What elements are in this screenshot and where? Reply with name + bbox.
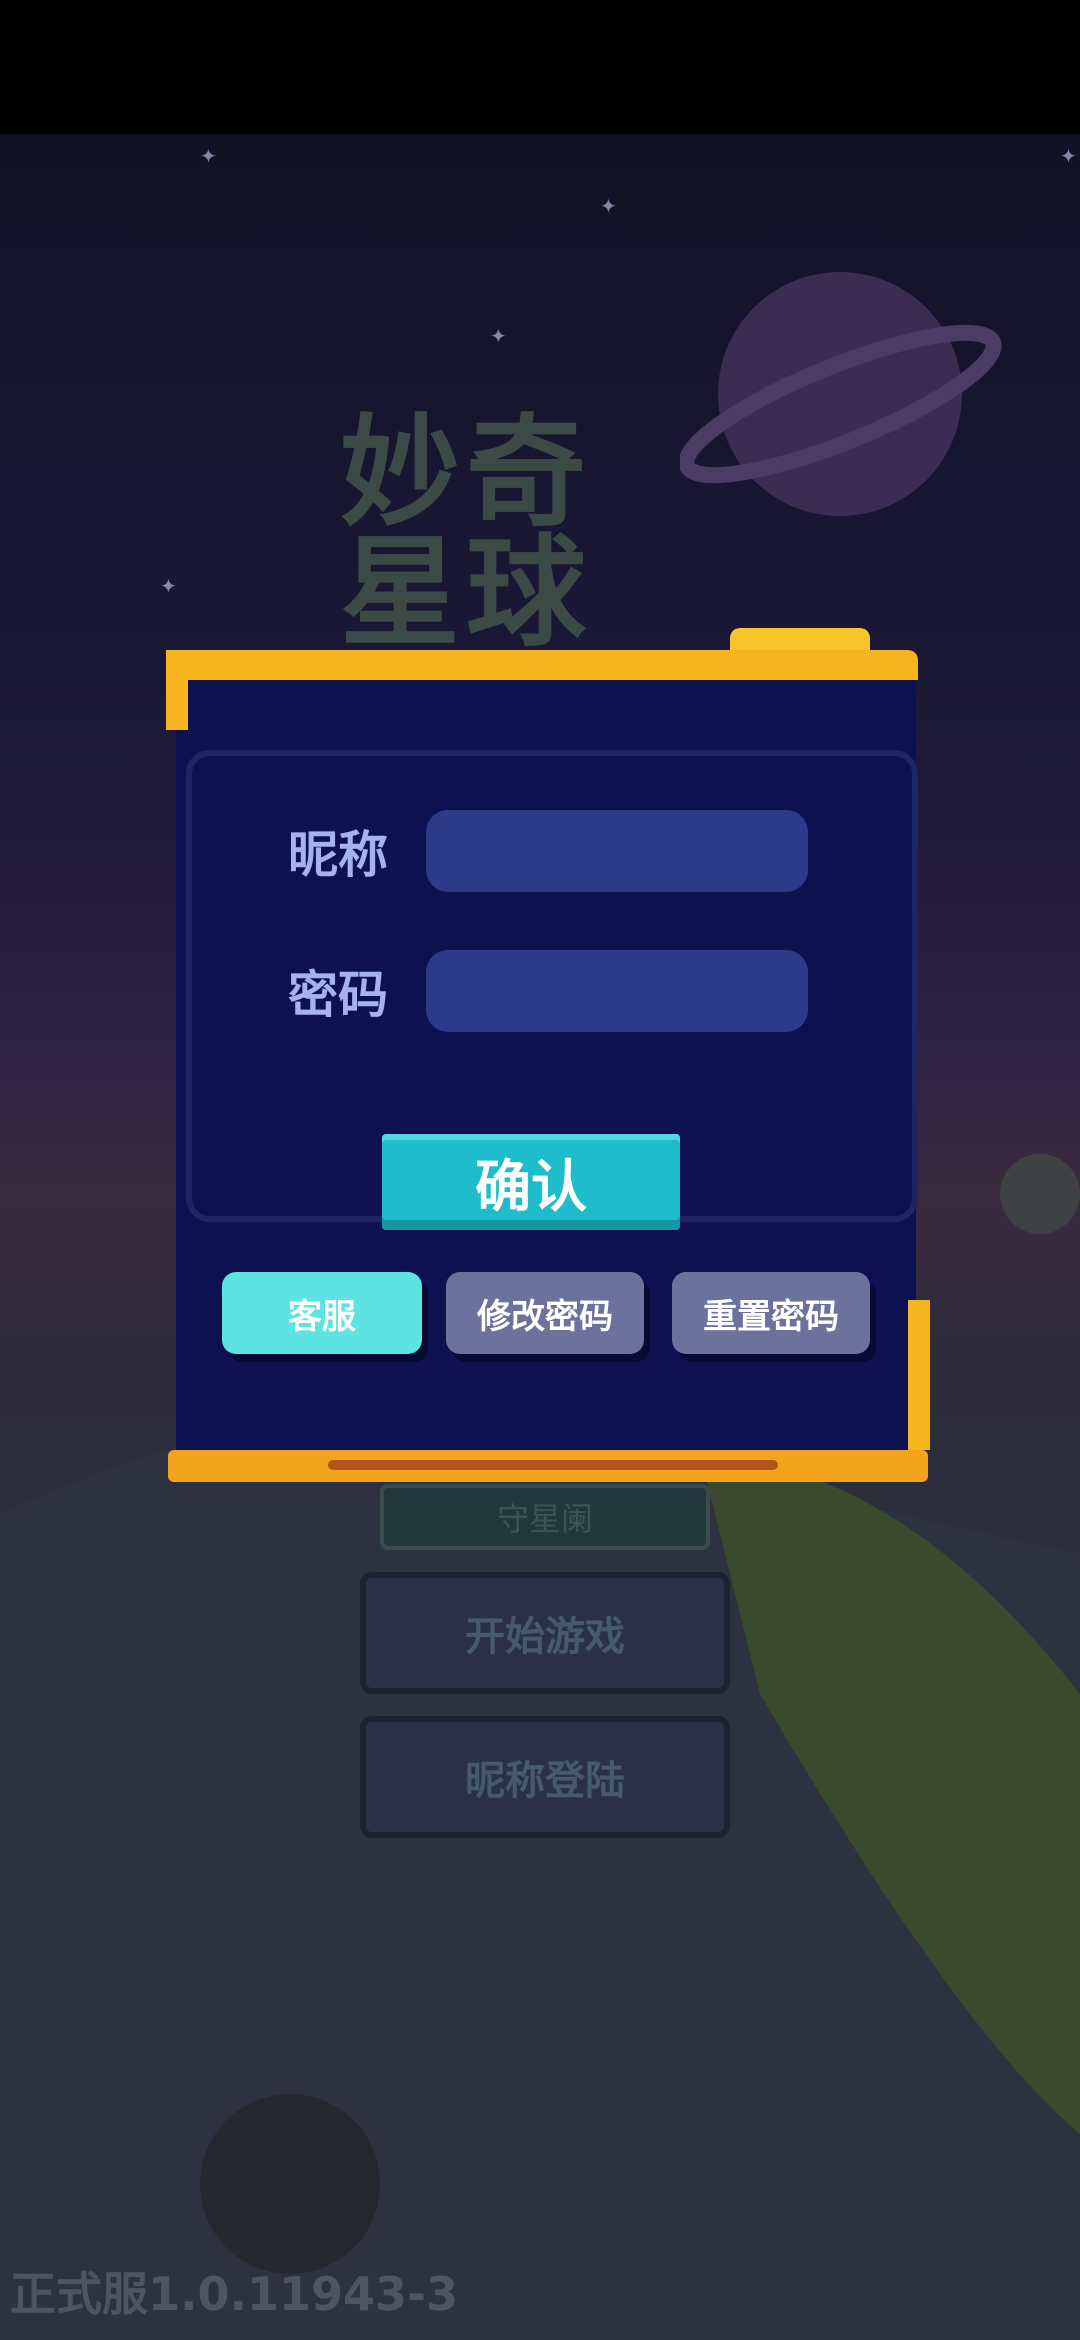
game-title: 妙奇星球 — [340, 404, 592, 663]
start-game-button[interactable]: 开始游戏 — [360, 1572, 730, 1694]
confirm-button[interactable]: 确认 — [382, 1134, 680, 1230]
frame-left — [166, 650, 188, 730]
dialog-panel: 昵称 密码 确认 客服 修改密码 重置密码 — [176, 670, 918, 1460]
star-icon: ✦ — [490, 324, 507, 348]
reset-password-button[interactable]: 重置密码 — [672, 1272, 870, 1354]
background-menu: 守星阑 开始游戏 昵称登陆 — [360, 1484, 730, 1860]
star-icon: ✦ — [1060, 144, 1077, 168]
password-input[interactable] — [426, 950, 808, 1032]
star-icon: ✦ — [200, 144, 217, 168]
nickname-input[interactable] — [426, 810, 808, 892]
version-label: 正式服1.0.11943-3 — [10, 2267, 459, 2321]
nickname-label: 昵称 — [288, 826, 388, 884]
frame-bottom-bar — [328, 1460, 778, 1470]
star-icon: ✦ — [160, 574, 177, 598]
change-password-button[interactable]: 修改密码 — [446, 1272, 644, 1354]
frame-bottom — [168, 1450, 928, 1482]
password-label: 密码 — [288, 966, 388, 1024]
nickname-login-button[interactable]: 昵称登陆 — [360, 1716, 730, 1838]
frame-right — [908, 1300, 930, 1450]
login-dialog: 昵称 密码 确认 客服 修改密码 重置密码 — [166, 628, 930, 1492]
menu-header: 守星阑 — [380, 1484, 710, 1550]
planet-icon — [680, 272, 1002, 516]
frame-top — [166, 650, 918, 680]
customer-service-button[interactable]: 客服 — [222, 1272, 422, 1354]
star-icon: ✦ — [600, 194, 617, 218]
